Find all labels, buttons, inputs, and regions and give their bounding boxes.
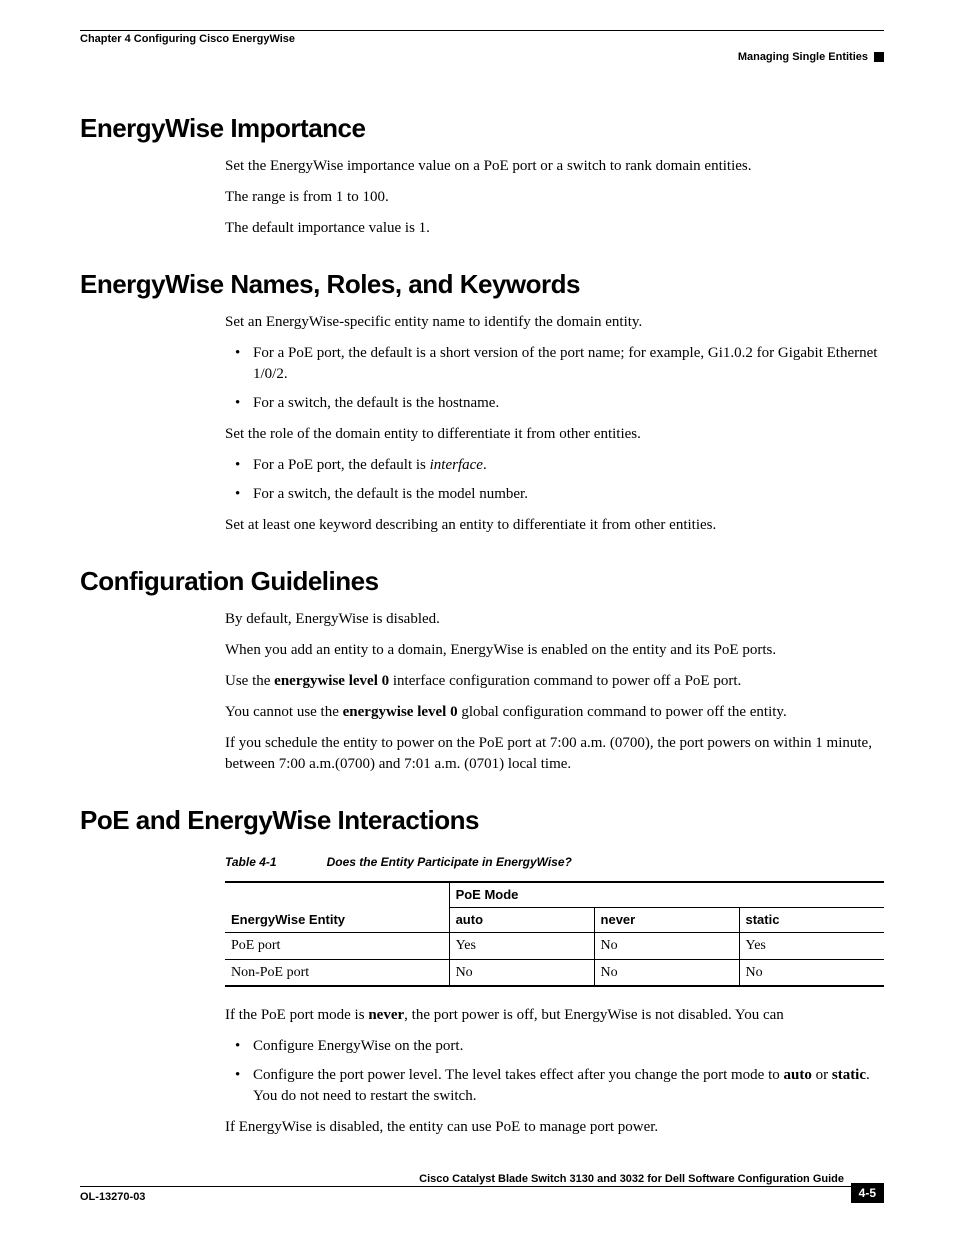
header-marker-icon: [874, 52, 884, 62]
para: You cannot use the energywise level 0 gl…: [225, 702, 884, 723]
body-poe-interactions: Table 4-1 Does the Entity Participate in …: [225, 854, 884, 1138]
footer-guide-title: Cisco Catalyst Blade Switch 3130 and 303…: [80, 1173, 884, 1187]
body-importance: Set the EnergyWise importance value on a…: [225, 156, 884, 239]
cell: Yes: [739, 933, 884, 960]
bold-command: energywise level 0: [343, 704, 458, 720]
table-row: Non-PoE port No No No: [225, 959, 884, 986]
th-static: static: [739, 907, 884, 932]
list-item: For a PoE port, the default is a short v…: [225, 343, 884, 385]
para: Set at least one keyword describing an e…: [225, 515, 884, 536]
para: Set the role of the domain entity to dif…: [225, 424, 884, 445]
section-right-label: Managing Single Entities: [738, 51, 868, 63]
para: Set the EnergyWise importance value on a…: [225, 156, 884, 177]
list-item: For a switch, the default is the hostnam…: [225, 393, 884, 414]
bold-command: energywise level 0: [274, 673, 389, 689]
para: By default, EnergyWise is disabled.: [225, 609, 884, 630]
bullet-list: For a PoE port, the default is a short v…: [225, 343, 884, 414]
th-poe-mode: PoE Mode: [449, 882, 884, 908]
heading-names-roles: EnergyWise Names, Roles, and Keywords: [80, 269, 884, 300]
page-number: 4-5: [851, 1183, 884, 1203]
para: Set an EnergyWise-specific entity name t…: [225, 312, 884, 333]
chapter-label: Chapter 4 Configuring Cisco EnergyWise: [80, 33, 295, 45]
para: The range is from 1 to 100.: [225, 187, 884, 208]
participation-table: EnergyWise Entity PoE Mode auto never st…: [225, 881, 884, 988]
body-names-roles: Set an EnergyWise-specific entity name t…: [225, 312, 884, 536]
list-item: For a PoE port, the default is interface…: [225, 455, 884, 476]
para: The default importance value is 1.: [225, 218, 884, 239]
table-caption: Table 4-1 Does the Entity Participate in …: [225, 854, 884, 871]
para: Use the energywise level 0 interface con…: [225, 671, 884, 692]
th-auto: auto: [449, 907, 594, 932]
table-number: Table 4-1: [225, 855, 277, 869]
page-footer: Cisco Catalyst Blade Switch 3130 and 303…: [80, 1173, 884, 1205]
heading-config-guidelines: Configuration Guidelines: [80, 566, 884, 597]
heading-poe-interactions: PoE and EnergyWise Interactions: [80, 805, 884, 836]
running-subheader: Managing Single Entities: [80, 51, 884, 63]
heading-importance: EnergyWise Importance: [80, 113, 884, 144]
cell: PoE port: [225, 933, 449, 960]
para: If you schedule the entity to power on t…: [225, 733, 884, 775]
th-never: never: [594, 907, 739, 932]
table-row: PoE port Yes No Yes: [225, 933, 884, 960]
cell: No: [739, 959, 884, 986]
cell: Yes: [449, 933, 594, 960]
table-title: Does the Entity Participate in EnergyWis…: [327, 855, 572, 869]
para: When you add an entity to a domain, Ener…: [225, 640, 884, 661]
bullet-list: For a PoE port, the default is interface…: [225, 455, 884, 505]
bold-term: static: [832, 1067, 866, 1083]
body-config-guidelines: By default, EnergyWise is disabled. When…: [225, 609, 884, 775]
th-entity: EnergyWise Entity: [225, 882, 449, 933]
list-item: Configure EnergyWise on the port.: [225, 1036, 884, 1057]
bullet-list: Configure EnergyWise on the port. Config…: [225, 1036, 884, 1107]
para: If EnergyWise is disabled, the entity ca…: [225, 1117, 884, 1138]
cell: Non-PoE port: [225, 959, 449, 986]
cell: No: [449, 959, 594, 986]
bold-term: never: [368, 1007, 404, 1023]
list-item: Configure the port power level. The leve…: [225, 1065, 884, 1107]
list-item: For a switch, the default is the model n…: [225, 484, 884, 505]
italic-term: interface: [430, 457, 483, 473]
para: If the PoE port mode is never, the port …: [225, 1005, 884, 1026]
running-header: Chapter 4 Configuring Cisco EnergyWise: [80, 30, 884, 45]
cell: No: [594, 933, 739, 960]
cell: No: [594, 959, 739, 986]
doc-number: OL-13270-03: [80, 1191, 145, 1203]
bold-term: auto: [784, 1067, 812, 1083]
